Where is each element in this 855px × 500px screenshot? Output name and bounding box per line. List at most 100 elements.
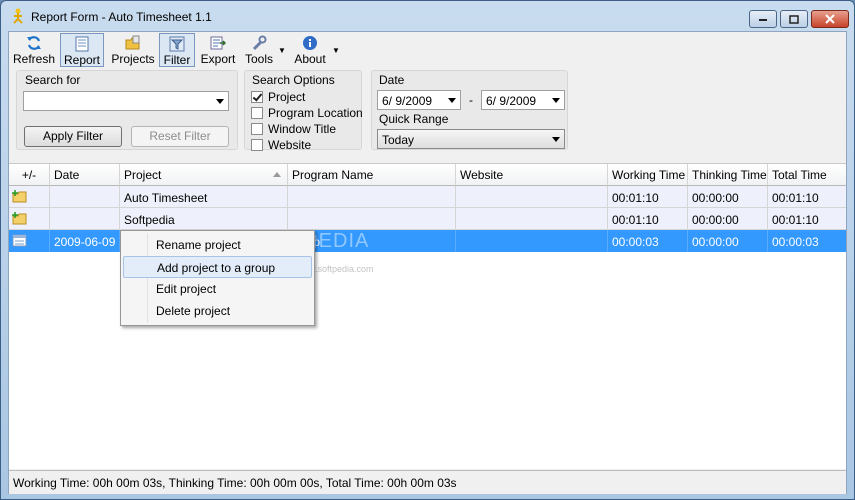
about-dropdown-icon[interactable]: ▼ [332,46,340,55]
tools-label: Tools [244,52,273,66]
export-icon [210,36,226,50]
date-to-picker[interactable]: 6/ 9/2009 [481,90,565,110]
context-menu: Rename project Add project to a group Ed… [120,230,315,326]
expand-cell[interactable] [9,186,50,208]
date-cell: 2009-06-09 [50,230,120,252]
date-from-value: 6/ 9/2009 [382,94,433,108]
website-option-label: Website [268,138,312,152]
about-label: About [294,52,326,66]
export-button[interactable]: Export [198,33,238,67]
apply-filter-button[interactable]: Apply Filter [24,126,122,147]
report-icon [75,36,89,52]
tools-button[interactable]: Tools [242,33,276,67]
search-panel: Search for Apply Filter Reset Filter [16,70,238,150]
about-button[interactable]: About [290,33,330,67]
column-header-program-name[interactable]: Program Name [288,164,456,186]
total-time-cell: 00:00:03 [768,230,846,252]
quick-range-label: Quick Range [379,112,449,126]
refresh-button[interactable]: Refresh [11,33,57,67]
wrench-icon [252,35,267,51]
filter-icon [169,36,185,52]
website-cell [456,186,608,208]
table-row[interactable]: Softpedia 00:01:10 00:00:00 00:01:10 [9,208,846,230]
column-header-project[interactable]: Project [120,164,288,186]
date-to-value: 6/ 9/2009 [486,94,537,108]
chevron-down-icon[interactable] [552,137,560,142]
folders-icon [125,35,140,50]
close-icon [825,14,835,24]
project-cell: Auto Timesheet [120,186,288,208]
sort-ascending-icon [273,172,281,177]
reset-filter-button[interactable]: Reset Filter [131,126,229,147]
thinking-time-cell: 00:00:00 [688,230,768,252]
report-button[interactable]: Report [60,33,104,67]
column-header-working-time[interactable]: Working Time [608,164,688,186]
status-bar: Working Time: 00h 00m 03s, Thinking Time… [9,470,846,494]
website-cell [456,230,608,252]
program-cell [288,186,456,208]
maximize-button[interactable] [780,10,808,28]
program-location-checkbox[interactable] [251,107,263,119]
tools-dropdown-icon[interactable]: ▼ [278,46,286,55]
search-input[interactable] [23,91,229,111]
column-header-website[interactable]: Website [456,164,608,186]
app-logo-icon [13,8,23,24]
quick-range-select[interactable]: Today [377,129,565,149]
projects-button[interactable]: Projects [108,33,158,67]
folder-add-icon [12,190,27,203]
filter-button[interactable]: Filter [159,33,195,67]
toolbar: Refresh Report Projects Filter Export To… [9,32,846,68]
working-time-cell: 00:00:03 [608,230,688,252]
working-time-cell: 00:01:10 [608,208,688,230]
date-cell [50,186,120,208]
search-label: Search for [25,73,81,87]
program-location-option-label: Program Location [268,106,363,120]
thinking-time-cell: 00:00:00 [688,208,768,230]
column-header-total-time[interactable]: Total Time [768,164,846,186]
date-cell [50,208,120,230]
website-checkbox[interactable] [251,139,263,151]
minimize-button[interactable] [749,10,777,28]
date-panel: Date 6/ 9/2009 - 6/ 9/2009 Quick Range T… [371,70,568,150]
menu-item-delete-project[interactable]: Delete project [123,300,312,322]
date-from-picker[interactable]: 6/ 9/2009 [377,90,461,110]
menu-item-add-project-to-group[interactable]: Add project to a group [123,256,312,278]
project-checkbox[interactable] [251,91,263,103]
window-title-checkbox[interactable] [251,123,263,135]
maximize-icon [789,14,799,24]
date-label: Date [379,73,405,87]
expand-cell[interactable] [9,230,50,252]
search-options-label: Search Options [252,73,335,87]
total-time-cell: 00:01:10 [768,186,846,208]
column-header-thinking-time[interactable]: Thinking Time [688,164,768,186]
refresh-label: Refresh [12,52,56,66]
chevron-down-icon[interactable] [552,98,560,103]
report-label: Report [63,53,101,67]
title-bar[interactable]: Report Form - Auto Timesheet 1.1 [1,1,854,31]
quick-range-value: Today [382,133,415,147]
chevron-down-icon[interactable] [216,99,224,104]
table-row[interactable]: Auto Timesheet 00:01:10 00:00:00 00:01:1… [9,186,846,208]
refresh-icon [27,36,41,50]
project-option-label: Project [268,90,306,104]
record-icon [12,234,27,247]
menu-item-edit-project[interactable]: Edit project [123,278,312,300]
website-cell [456,208,608,230]
export-label: Export [200,52,236,66]
window-title-option-label: Window Title [268,122,337,136]
thinking-time-cell: 00:00:00 [688,186,768,208]
close-button[interactable] [811,10,849,28]
menu-item-rename-project[interactable]: Rename project [123,234,312,256]
column-header-project-label: Project [124,168,162,182]
filter-label: Filter [163,53,191,67]
expand-cell[interactable] [9,208,50,230]
project-cell: Softpedia [120,208,288,230]
working-time-cell: 00:01:10 [608,186,688,208]
column-header-expand[interactable]: +/- [9,164,50,186]
total-time-cell: 00:01:10 [768,208,846,230]
program-cell [288,208,456,230]
column-header-date[interactable]: Date [50,164,120,186]
search-options-panel: Search Options Project Program Location … [244,70,363,152]
chevron-down-icon[interactable] [448,98,456,103]
app-window: Report Form - Auto Timesheet 1.1 Refresh [0,0,855,500]
